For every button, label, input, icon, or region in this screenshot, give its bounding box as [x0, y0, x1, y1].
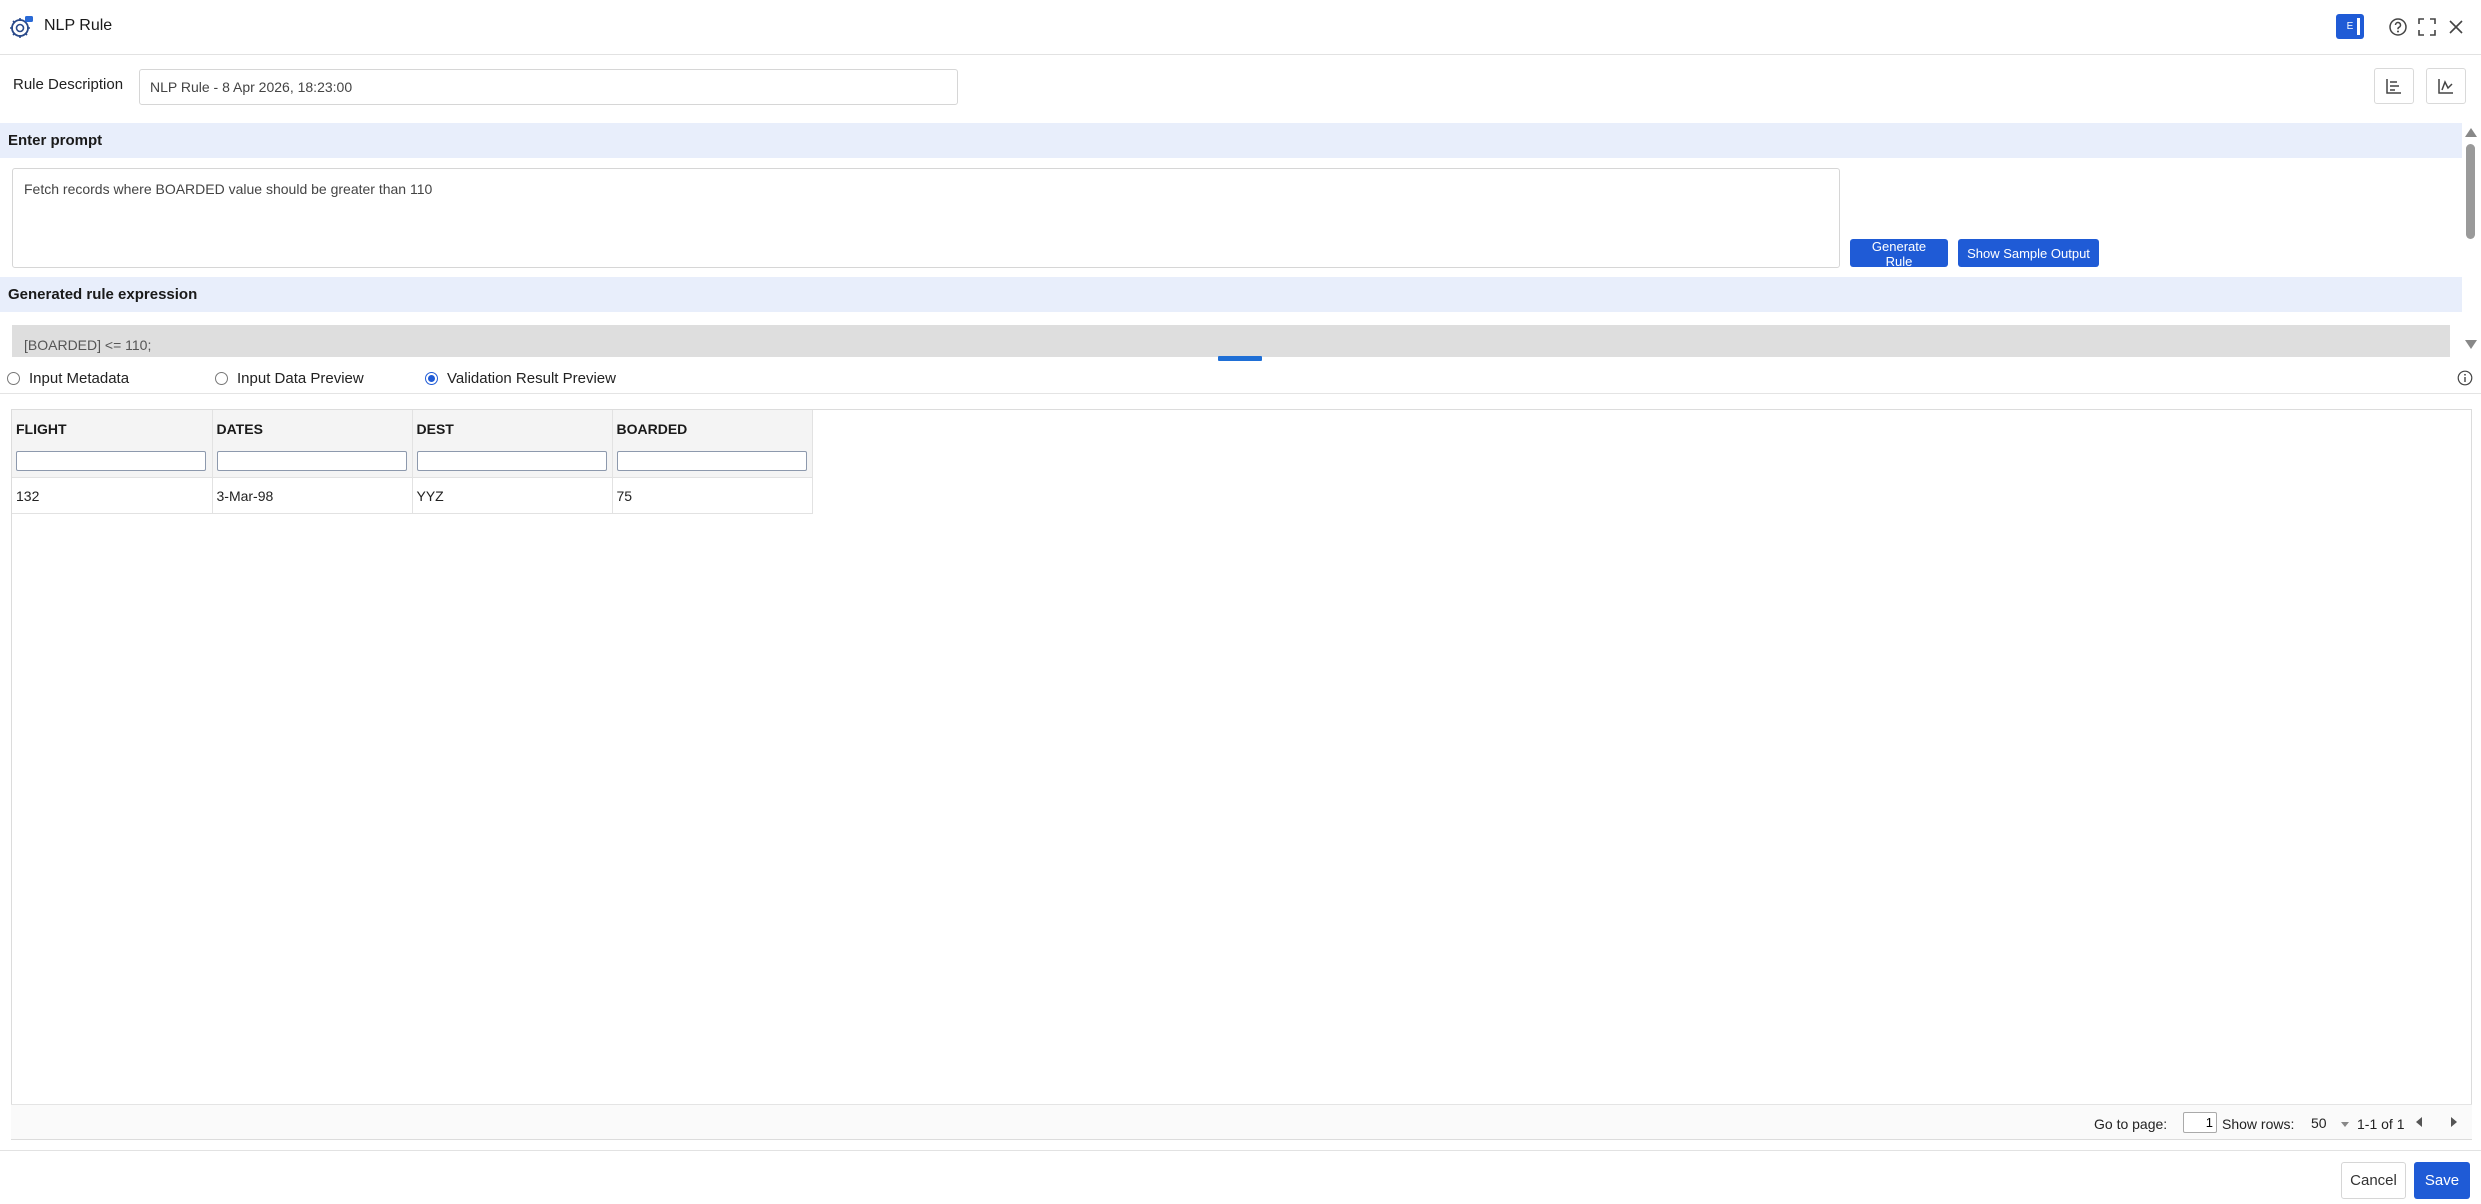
- filter-cell: [212, 447, 413, 478]
- result-table: FLIGHT DATES DEST BOARDED 132 3-Mar-98 Y…: [12, 410, 813, 514]
- column-header-dates[interactable]: DATES: [212, 410, 413, 447]
- radio-dot[interactable]: [7, 372, 20, 385]
- prev-page-icon[interactable]: [2416, 1117, 2422, 1127]
- filter-boarded-input[interactable]: [616, 451, 807, 471]
- radio-label: Input Data Preview: [237, 370, 364, 387]
- page-number-input[interactable]: [2183, 1112, 2217, 1133]
- upper-panel-scrollbar[interactable]: [2462, 124, 2479, 356]
- user-avatar[interactable]: E: [2336, 14, 2364, 39]
- panel-resize-handle[interactable]: [1218, 356, 1262, 361]
- radio-label: Validation Result Preview: [447, 370, 616, 387]
- show-sample-output-button[interactable]: Show Sample Output: [1958, 239, 2099, 267]
- maximize-icon[interactable]: [2414, 14, 2440, 40]
- enter-prompt-heading: Enter prompt: [0, 123, 2462, 158]
- rule-description-input[interactable]: [139, 69, 958, 105]
- scroll-down-icon[interactable]: [2465, 340, 2477, 349]
- help-icon[interactable]: [2385, 14, 2411, 40]
- radio-label: Input Metadata: [29, 370, 130, 387]
- next-page-icon[interactable]: [2451, 1117, 2457, 1127]
- scroll-thumb[interactable]: [2466, 144, 2475, 239]
- validation-result-grid: FLIGHT DATES DEST BOARDED 132 3-Mar-98 Y…: [11, 409, 2472, 1140]
- go-to-page-label: Go to page:: [2094, 1116, 2168, 1132]
- generated-rule-heading: Generated rule expression: [0, 277, 2462, 312]
- nlp-rule-logo-icon: [8, 14, 34, 40]
- filter-dest-input[interactable]: [416, 451, 607, 471]
- rows-per-page-select[interactable]: 50: [2307, 1112, 2353, 1133]
- dialog-title: NLP Rule: [44, 17, 113, 34]
- rule-expression[interactable]: [BOARDED] <= 110;: [12, 325, 2450, 357]
- dialog-footer: [0, 1150, 2481, 1204]
- chart-view-button[interactable]: [2374, 68, 2414, 104]
- generate-rule-button[interactable]: Generate Rule: [1850, 239, 1948, 269]
- radio-validation-result-preview[interactable]: Validation Result Preview: [425, 370, 616, 387]
- line-chart-icon: [2438, 79, 2453, 94]
- filter-dates-input[interactable]: [216, 451, 407, 471]
- cancel-button[interactable]: Cancel: [2341, 1162, 2406, 1199]
- filter-cell: [12, 447, 213, 478]
- rows-per-page-value: 50: [2311, 1115, 2327, 1131]
- scroll-up-icon[interactable]: [2465, 128, 2477, 137]
- page-range: 1-1 of 1: [2357, 1116, 2405, 1132]
- close-icon[interactable]: [2443, 14, 2469, 40]
- info-icon[interactable]: [2457, 370, 2473, 386]
- filter-flight-input[interactable]: [16, 451, 206, 471]
- table-row[interactable]: 132 3-Mar-98 YYZ 75: [12, 477, 813, 514]
- filter-row: [12, 447, 813, 478]
- column-header-boarded[interactable]: BOARDED: [612, 410, 813, 447]
- column-header-dest[interactable]: DEST: [412, 410, 613, 447]
- cell-flight[interactable]: 132: [12, 477, 213, 514]
- bar-chart-icon: [2386, 79, 2401, 94]
- rule-description-label: Rule Description: [13, 76, 124, 93]
- title-bar: [0, 0, 2481, 55]
- radio-input-data-preview[interactable]: Input Data Preview: [215, 370, 364, 387]
- grid-pager: Go to page: Show rows: 50 1-1 of 1: [11, 1104, 2472, 1139]
- chevron-down-icon: [2341, 1122, 2349, 1127]
- prompt-input[interactable]: [12, 168, 1840, 268]
- save-button[interactable]: Save: [2414, 1162, 2470, 1199]
- cell-dates[interactable]: 3-Mar-98: [212, 477, 413, 514]
- filter-cell: [612, 447, 813, 478]
- column-header-flight[interactable]: FLIGHT: [12, 410, 213, 447]
- trend-view-button[interactable]: [2426, 68, 2466, 104]
- cell-boarded[interactable]: 75: [612, 477, 813, 514]
- header-row: FLIGHT DATES DEST BOARDED: [12, 410, 813, 447]
- radio-input-metadata[interactable]: Input Metadata: [7, 370, 129, 387]
- preview-tab-bar: [0, 364, 2481, 394]
- show-rows-label: Show rows:: [2222, 1116, 2295, 1132]
- radio-dot-selected[interactable]: [425, 372, 438, 385]
- filter-cell: [412, 447, 613, 478]
- cell-dest[interactable]: YYZ: [412, 477, 613, 514]
- radio-dot[interactable]: [215, 372, 228, 385]
